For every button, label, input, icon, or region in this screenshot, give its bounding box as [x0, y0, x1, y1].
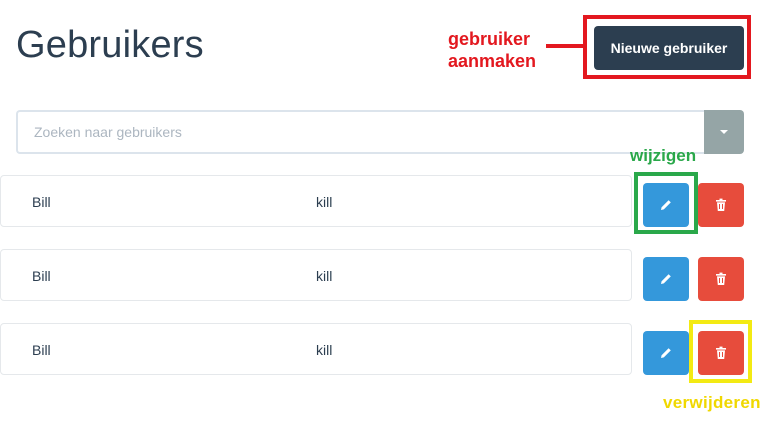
user-first-cell: Bill [32, 342, 51, 358]
search-dropdown-button[interactable] [704, 110, 744, 154]
pencil-icon [661, 274, 671, 284]
annotation-delete: verwijderen [663, 393, 761, 412]
trash-icon [716, 198, 726, 211]
highlight-edit-box [634, 172, 698, 234]
delete-user-button[interactable] [698, 257, 744, 301]
user-second-cell: kill [316, 268, 333, 284]
user-second-cell: kill [316, 194, 333, 210]
edit-user-button[interactable] [643, 257, 689, 301]
table-row: Bill kill [0, 323, 632, 375]
caret-down-icon [720, 130, 728, 134]
highlight-delete-box [689, 320, 752, 383]
trash-icon [716, 272, 726, 285]
table-row: Bill kill [0, 175, 632, 227]
page-title: Gebruikers [16, 24, 204, 66]
annotation-create-line1: gebruiker [448, 29, 531, 49]
annotation-create-line2: aanmaken [448, 51, 537, 71]
search-input[interactable] [16, 110, 704, 154]
user-first-cell: Bill [32, 194, 51, 210]
user-first-cell: Bill [32, 268, 51, 284]
edit-user-button[interactable] [643, 331, 689, 375]
user-second-cell: kill [316, 342, 333, 358]
annotation-edit: wijzigen [630, 146, 697, 165]
annotation-create-user: gebruiker aanmaken [448, 28, 536, 72]
delete-user-button[interactable] [698, 183, 744, 227]
highlight-new-user-box [583, 15, 751, 79]
table-row: Bill kill [0, 249, 632, 301]
pencil-icon [661, 348, 671, 358]
annotation-connector-line [546, 44, 584, 48]
